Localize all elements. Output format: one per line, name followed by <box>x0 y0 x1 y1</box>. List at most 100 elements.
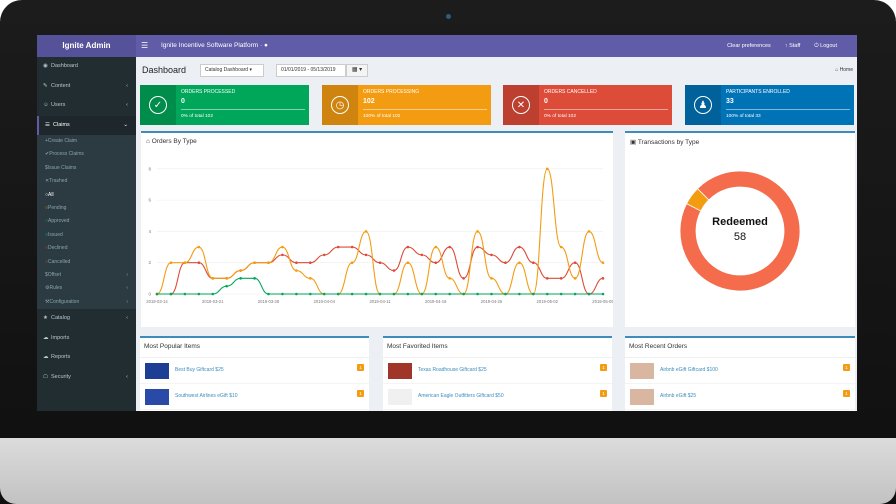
series-point <box>406 292 410 296</box>
series-point <box>434 292 438 296</box>
sidebar-item-label: Pending <box>48 204 67 211</box>
item-link[interactable]: Airbnb eGift Giftcard $100 <box>660 367 718 373</box>
sidebar-item-process-claims[interactable]: ✔Process Claims <box>37 148 136 161</box>
series-point <box>225 284 228 288</box>
series-point <box>587 292 591 296</box>
stat-progress-bar <box>544 109 668 110</box>
series-point <box>448 277 451 280</box>
claims-submenu: +Create Claim ✔Process Claims $Issue Claim… <box>37 135 136 310</box>
sidebar-item-content[interactable]: ✎ Content ‹ <box>37 77 136 97</box>
series-point <box>573 292 577 296</box>
orders-by-type-panel: ⌂ Orders By Type 0 2 4 6 8 2019-03-14 2019-03-… <box>141 131 613 327</box>
series-point <box>183 292 187 296</box>
sidebar-item-catalog[interactable]: ★ Catalog ‹ <box>37 309 136 329</box>
sidebar-item-configuration[interactable]: ⚒Configuration ‹ <box>37 296 136 309</box>
giftcard-thumbnail <box>388 363 412 379</box>
sidebar-item-issued[interactable]: ○Issued <box>37 229 136 242</box>
item-link[interactable]: Southwest Airlines eGift $10 <box>175 393 238 399</box>
sidebar-item-offset[interactable]: $Offset ‹ <box>37 269 136 282</box>
sidebar-item-label: Users <box>51 102 66 108</box>
sidebar-item-label: Approved <box>48 218 70 225</box>
series-point <box>364 292 368 296</box>
series-point <box>364 253 368 257</box>
sidebar-item-users[interactable]: ☺ Users ‹ <box>37 96 136 116</box>
sidebar-item-dashboard[interactable]: ◉ Dashboard <box>37 57 136 77</box>
series-point <box>573 261 577 265</box>
y-tick-label: 8 <box>148 166 151 171</box>
content-icon: ✎ <box>43 82 48 89</box>
sidebar-item-security[interactable]: ☖ Security ‹ <box>37 368 136 388</box>
sidebar-item-cancelled[interactable]: ○Cancelled <box>37 256 136 269</box>
item-link[interactable]: American Eagle Outfitters Giftcard $50 <box>418 393 504 399</box>
item-link[interactable]: Best Buy Giftcard $25 <box>175 367 224 373</box>
calendar-button[interactable]: ▦ ▾ <box>346 64 368 77</box>
sidebar-item-pending[interactable]: ○Pending <box>37 202 136 215</box>
series-point <box>253 261 256 265</box>
series-point <box>601 292 605 296</box>
series-point <box>406 245 410 249</box>
series-point <box>420 292 424 296</box>
list-item: Texas Roadhouse Giftcard $25 1 <box>383 358 612 384</box>
sidebar-item-reports[interactable]: ☁ Reports <box>37 348 136 368</box>
series-point <box>490 292 493 296</box>
series-point <box>518 261 521 265</box>
item-link[interactable]: Texas Roadhouse Giftcard $25 <box>418 367 487 373</box>
series-point <box>322 253 326 257</box>
series-point <box>309 292 312 296</box>
sidebar-item-label: Claims <box>53 121 70 128</box>
stat-footer: 100% of total 33 <box>726 114 761 119</box>
logout-link[interactable]: ⏻ Logout <box>814 35 837 57</box>
most-popular-items-title: Most Popular Items <box>140 338 369 358</box>
sidebar-item-approved[interactable]: ○Approved <box>37 215 136 228</box>
series-point <box>169 261 173 265</box>
stat-box-orders-processing: ◷ ORDERS PROCESSING 102 100% of total 102 <box>322 85 491 125</box>
stat-label: ORDERS CANCELLED <box>544 89 597 95</box>
stat-value: 0 <box>544 98 548 105</box>
catalog-dashboard-select[interactable]: Catalog Dashboard ▾ <box>200 64 264 77</box>
staff-link[interactable]: ↑ Staff <box>785 35 801 57</box>
sidebar-item-claims[interactable]: ☰ Claims ⌄ <box>37 115 136 135</box>
stat-progress-bar <box>181 109 305 110</box>
participants-enrolled-icon: ♟ <box>694 96 712 114</box>
giftcard-thumbnail <box>145 389 169 405</box>
series-point <box>336 245 340 249</box>
series-point <box>504 292 507 296</box>
sidebar-item-imports[interactable]: ☁ Imports <box>37 329 136 349</box>
series-point <box>448 245 451 249</box>
series-point <box>211 277 215 280</box>
series-point <box>281 253 284 257</box>
series-point <box>587 230 591 233</box>
series-point <box>559 292 563 296</box>
giftcard-thumbnail <box>145 363 169 379</box>
breadcrumb[interactable]: ⌂ Home <box>835 67 853 73</box>
series-point <box>309 277 312 280</box>
series-point <box>350 261 354 265</box>
page-title: Dashboard <box>142 65 187 75</box>
sidebar-item-rules[interactable]: ⚙Rules ‹ <box>37 282 136 295</box>
series-point <box>559 277 563 280</box>
sidebar-item-label: Issued <box>48 231 63 238</box>
series-point <box>490 277 493 280</box>
clear-preferences-link[interactable]: Clear preferences <box>727 35 771 57</box>
sidebar-item-issue-claims[interactable]: $Issue Claims <box>37 162 136 175</box>
item-link[interactable]: Airbnb eGift $25 <box>660 393 696 399</box>
y-tick-label: 6 <box>148 198 151 203</box>
sidebar-item-declined[interactable]: ○Declined <box>37 242 136 255</box>
stat-footer: 0% of total 102 <box>544 114 577 119</box>
stat-footer: 100% of total 102 <box>363 114 401 119</box>
sidebar-item-all[interactable]: ○All <box>37 189 136 202</box>
sidebar-item-create-claim[interactable]: +Create Claim <box>37 135 136 148</box>
platform-title: Ignite Incentive Software Platform · ● <box>161 42 268 49</box>
series-point <box>532 261 535 265</box>
most-favorited-items-panel: Most Favorited Items Texas Roadhouse Gift… <box>383 336 612 411</box>
sidebar-item-trashed[interactable]: ✕Trashed <box>37 175 136 188</box>
orders-processing-icon: ◷ <box>331 96 349 114</box>
menu-toggle-icon[interactable]: ☰ <box>141 35 148 57</box>
date-range-input[interactable]: 01/01/2019 - 05/13/2019 <box>276 64 346 77</box>
x-tick-label: 2019-05-09 <box>592 299 613 304</box>
x-tick-label: 2019-04-04 <box>314 299 336 304</box>
series-point <box>197 292 201 296</box>
sidebar: ◉ Dashboard ✎ Content ‹ ☺ Users ‹ ☰ Claims ⌄ +Creat… <box>37 57 136 411</box>
app-logo[interactable]: Ignite Admin <box>37 35 136 57</box>
x-tick-label: 2019-04-18 <box>425 299 447 304</box>
